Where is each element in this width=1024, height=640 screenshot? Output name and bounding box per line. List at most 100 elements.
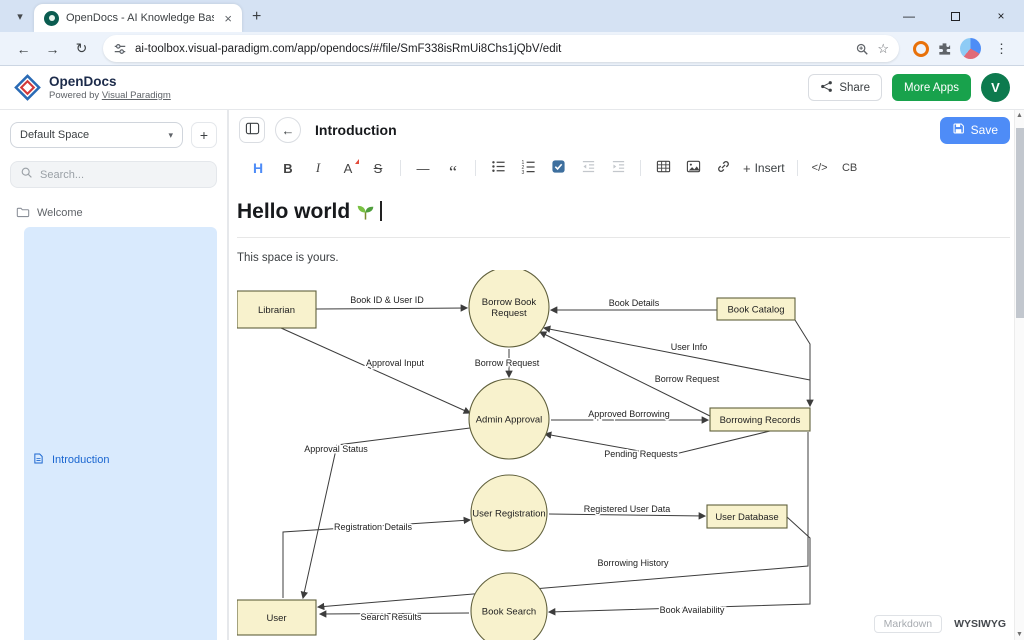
site-info-icon[interactable] xyxy=(113,42,127,56)
diagram-node-borrowing-records: Borrowing Records xyxy=(710,408,810,431)
tab-search-icon[interactable]: ▾ xyxy=(8,4,32,28)
code-block-glyph: CB xyxy=(842,162,857,174)
user-avatar[interactable]: V xyxy=(981,73,1010,102)
new-tab-button[interactable]: + xyxy=(252,8,261,26)
page-scrollbar[interactable]: ▲ ▼ xyxy=(1014,110,1024,640)
maximize-square xyxy=(951,12,960,21)
bullet-list-icon xyxy=(491,159,506,177)
blockquote-button[interactable]: “ xyxy=(440,155,466,181)
extension-orange-icon[interactable] xyxy=(913,41,929,57)
visual-paradigm-link[interactable]: Visual Paradigm xyxy=(102,90,171,101)
bullet-list-button[interactable] xyxy=(485,155,511,181)
scroll-up-icon[interactable]: ▲ xyxy=(1015,112,1024,119)
save-label: Save xyxy=(971,123,998,137)
toggle-sidebar-button[interactable] xyxy=(239,117,265,143)
diagram-edge-label: Search Results xyxy=(360,612,422,622)
maximize-icon[interactable] xyxy=(932,0,978,32)
link-button[interactable] xyxy=(710,155,736,181)
share-button[interactable]: Share xyxy=(808,74,882,101)
add-page-button[interactable]: + xyxy=(191,122,217,148)
diagram-edge-label: Book Availability xyxy=(660,605,725,615)
diagram-edge-label: Borrow Request xyxy=(475,358,540,368)
indent-button[interactable] xyxy=(605,155,631,181)
indent-icon xyxy=(611,159,626,177)
browser-menu-icon[interactable]: ⋮ xyxy=(989,41,1014,57)
space-selector[interactable]: Default Space ▾ xyxy=(10,122,183,148)
mode-wysiwyg-button[interactable]: WYSIWYG xyxy=(954,618,1006,630)
ordered-list-button[interactable]: 123 xyxy=(515,155,541,181)
svg-text:Book Catalog: Book Catalog xyxy=(727,305,784,316)
diagram-edge-label: Approved Borrowing xyxy=(588,409,670,419)
browser-tab[interactable]: OpenDocs - AI Knowledge Base × xyxy=(34,4,242,32)
diagram-edge xyxy=(549,517,810,612)
doc-heading: Hello world xyxy=(237,198,1010,238)
bookmark-star-icon[interactable]: ☆ xyxy=(877,41,889,57)
back-page-button[interactable]: ← xyxy=(275,117,301,143)
forward-icon[interactable]: → xyxy=(39,35,66,62)
doc-header: ← Introduction Save xyxy=(229,110,1024,150)
diagram-node-admin-approval: Admin Approval xyxy=(469,379,549,459)
sidebar-item-introduction[interactable]: Introduction xyxy=(24,227,217,640)
svg-text:Librarian: Librarian xyxy=(258,305,295,316)
tab-close-icon[interactable]: × xyxy=(221,11,235,26)
zoom-icon[interactable] xyxy=(855,42,869,56)
sidebar-search[interactable] xyxy=(10,161,217,188)
insert-button[interactable]: +Insert xyxy=(740,155,788,181)
heading-button[interactable]: H xyxy=(245,155,271,181)
save-button[interactable]: Save xyxy=(940,117,1010,144)
tab-favicon-icon xyxy=(44,11,59,26)
back-icon[interactable]: ← xyxy=(10,35,37,62)
editor-toolbar: HBIAS —“ 123 +Insert </> CB xyxy=(229,150,1024,186)
sidebar-item-welcome[interactable]: Welcome xyxy=(10,202,217,224)
font-color-button[interactable]: A xyxy=(335,155,361,181)
address-bar[interactable]: ☆ xyxy=(103,35,899,62)
share-label: Share xyxy=(839,82,870,94)
svg-text:Book Search: Book Search xyxy=(482,607,536,618)
horizontal-rule-button[interactable]: — xyxy=(410,155,436,181)
table-button[interactable] xyxy=(650,155,676,181)
browser-profile-avatar[interactable] xyxy=(960,38,981,59)
task-list-button[interactable] xyxy=(545,155,571,181)
svg-text:User: User xyxy=(266,613,286,624)
link-icon xyxy=(716,159,731,177)
tab-title: OpenDocs - AI Knowledge Base xyxy=(66,12,214,24)
url-input[interactable] xyxy=(135,43,847,55)
italic-button[interactable]: I xyxy=(305,155,331,181)
visual-paradigm-logo xyxy=(14,74,41,101)
toolbar-separator xyxy=(640,160,641,176)
inline-code-button[interactable]: </> xyxy=(807,155,833,181)
image-icon xyxy=(686,159,701,177)
diagram-node-user-database: User Database xyxy=(707,505,787,528)
window-controls: — × xyxy=(886,0,1024,32)
image-button[interactable] xyxy=(680,155,706,181)
scroll-down-icon[interactable]: ▼ xyxy=(1015,631,1024,638)
heading-glyph: H xyxy=(253,160,263,176)
save-icon xyxy=(952,122,965,138)
search-input[interactable] xyxy=(40,169,207,181)
folder-icon xyxy=(16,205,30,222)
inline-code-glyph: </> xyxy=(812,162,828,174)
chevron-down-icon: ▾ xyxy=(168,130,173,141)
scrollbar-thumb[interactable] xyxy=(1016,128,1024,318)
strikethrough-button[interactable]: S xyxy=(365,155,391,181)
italic-glyph: I xyxy=(316,160,320,176)
doc-heading-text: Hello world xyxy=(237,200,350,223)
code-block-button[interactable]: CB xyxy=(837,155,863,181)
extensions-puzzle-icon[interactable] xyxy=(937,41,952,56)
dfd-diagram[interactable]: LibrarianBorrow BookRequestBook CatalogA… xyxy=(237,270,815,640)
refresh-icon[interactable]: ↻ xyxy=(68,35,95,62)
browser-window: ▾ OpenDocs - AI Knowledge Base × + — × ←… xyxy=(0,0,1024,640)
sidebar-item-label: Welcome xyxy=(37,207,83,219)
diagram-edge-label: Registration Details xyxy=(334,522,413,532)
document-canvas[interactable]: Hello world This space is yours. Librari… xyxy=(229,186,1024,640)
minimize-icon[interactable]: — xyxy=(886,0,932,32)
mode-markdown-button[interactable]: Markdown xyxy=(874,615,942,633)
seedling-emoji-icon xyxy=(356,203,375,226)
bold-button[interactable]: B xyxy=(275,155,301,181)
close-icon[interactable]: × xyxy=(978,0,1024,32)
more-apps-button[interactable]: More Apps xyxy=(892,74,971,101)
editor-main: ← Introduction Save HBIAS —“ 123 +Insert </>… xyxy=(228,110,1024,640)
outdent-button[interactable] xyxy=(575,155,601,181)
diagram-edge xyxy=(795,320,810,406)
diagram-edge-label: Borrow Request xyxy=(655,374,720,384)
